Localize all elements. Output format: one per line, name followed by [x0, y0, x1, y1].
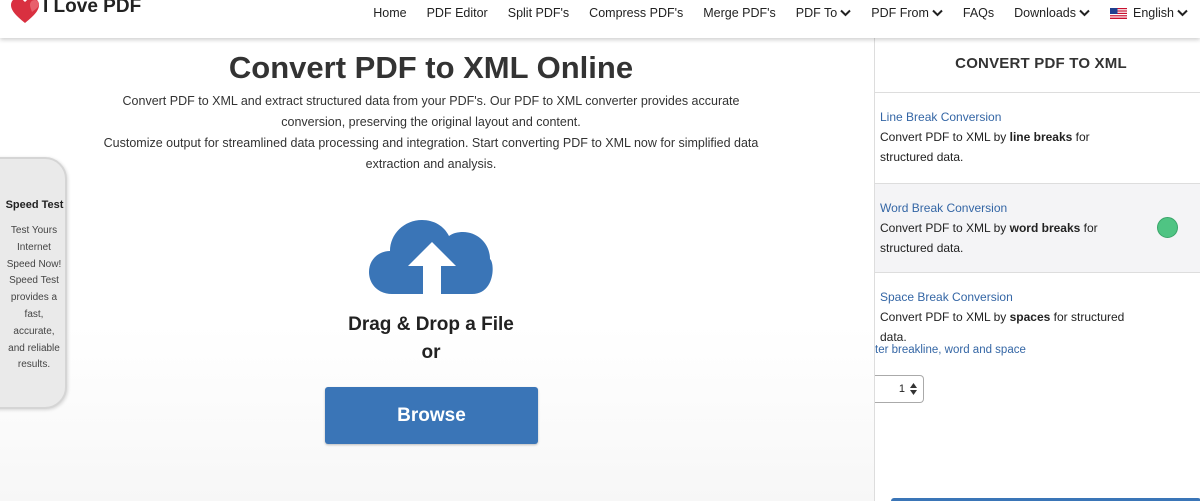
nav-label: Home	[373, 6, 407, 20]
chevron-down-icon	[1079, 9, 1090, 17]
browse-button[interactable]: Browse	[325, 387, 538, 444]
nav-compress-pdfs[interactable]: Compress PDF's	[589, 6, 683, 20]
speed-test-text: Test Yours Internet Speed Now! Speed Tes…	[6, 225, 62, 371]
desc-text: Convert PDF to XML by	[880, 130, 1010, 144]
us-flag-icon	[1110, 7, 1127, 19]
option-line-break[interactable]: Line Break Conversion Convert PDF to XML…	[875, 92, 1200, 183]
description-line-2: Customize output for streamlined data pr…	[103, 136, 759, 171]
speed-test-title: Speed Test	[5, 199, 64, 211]
nav-pdf-from[interactable]: PDF From	[871, 6, 943, 20]
stepper-value: 1	[898, 383, 905, 395]
chevron-down-icon	[840, 9, 851, 17]
description-line-1: Convert PDF to XML and extract structure…	[122, 94, 740, 129]
or-label: or	[421, 342, 441, 363]
nav-label: PDF To	[795, 6, 838, 20]
logo[interactable]: I Love PDF	[10, 0, 141, 26]
language-selector[interactable]: English	[1110, 6, 1188, 20]
option-title[interactable]: Word Break Conversion	[880, 201, 1007, 215]
drag-drop-label: Drag & Drop a File	[348, 314, 514, 335]
desc-bold: spaces	[1009, 310, 1051, 324]
options-hint: ter breakline, word and space	[875, 344, 1026, 356]
option-description: Convert PDF to XML by spaces for structu…	[880, 308, 1145, 347]
desc-bold: word breaks	[1009, 221, 1081, 235]
nav-label: Downloads	[1014, 6, 1076, 20]
option-description: Convert PDF to XML by word breaks for st…	[880, 219, 1145, 258]
selected-radio-indicator[interactable]	[1157, 217, 1178, 238]
sidebar-title: CONVERT PDF TO XML	[955, 55, 1127, 72]
nav-label: PDF Editor	[426, 6, 488, 20]
desc-text: Convert PDF to XML by	[880, 310, 1010, 324]
option-title[interactable]: Line Break Conversion	[880, 110, 1001, 124]
nav-label: Split PDF's	[507, 6, 570, 20]
nav-label: Compress PDF's	[589, 6, 684, 20]
option-title[interactable]: Space Break Conversion	[880, 290, 1013, 304]
option-description: Convert PDF to XML by line breaks for st…	[880, 128, 1145, 167]
main-nav: Home PDF Editor Split PDF's Compress PDF…	[353, 0, 1188, 26]
option-space-break[interactable]: Space Break Conversion Convert PDF to XM…	[875, 272, 1200, 344]
heart-logo-icon	[11, 0, 39, 23]
nav-pdf-editor[interactable]: PDF Editor	[427, 6, 488, 20]
nav-downloads[interactable]: Downloads	[1014, 6, 1090, 20]
conversion-sidebar: CONVERT PDF TO XML Line Break Conversion…	[874, 38, 1200, 501]
nav-home[interactable]: Home	[373, 6, 406, 20]
page-title: Convert PDF to XML Online	[228, 50, 634, 85]
logo-text: I Love PDF	[43, 0, 142, 17]
desc-bold: line breaks	[1009, 130, 1073, 144]
nav-faqs[interactable]: FAQs	[963, 6, 994, 20]
desc-text: Convert PDF to XML by	[880, 221, 1010, 235]
chevron-down-icon	[932, 9, 943, 17]
stepper-arrows-icon[interactable]	[910, 382, 917, 396]
page-description: Convert PDF to XML and extract structure…	[100, 91, 762, 175]
speed-test-widget[interactable]: Speed Test Test Yours Internet Speed Now…	[0, 157, 67, 409]
nav-label: FAQs	[962, 6, 995, 20]
nav-label: PDF From	[871, 6, 929, 20]
nav-split-pdfs[interactable]: Split PDF's	[508, 6, 569, 20]
option-word-break[interactable]: Word Break Conversion Convert PDF to XML…	[875, 183, 1200, 272]
language-label: English	[1133, 6, 1174, 20]
cloud-upload-icon[interactable]	[368, 206, 496, 296]
chevron-down-icon	[1177, 9, 1188, 17]
nav-label: Merge PDF's	[703, 6, 776, 20]
quantity-stepper[interactable]: 1	[875, 375, 924, 403]
nav-merge-pdfs[interactable]: Merge PDF's	[703, 6, 776, 20]
top-navbar: I Love PDF Home PDF Editor Split PDF's C…	[0, 0, 1200, 38]
main-content: Convert PDF to XML Online Convert PDF to…	[0, 38, 874, 501]
nav-pdf-to[interactable]: PDF To	[796, 6, 851, 20]
